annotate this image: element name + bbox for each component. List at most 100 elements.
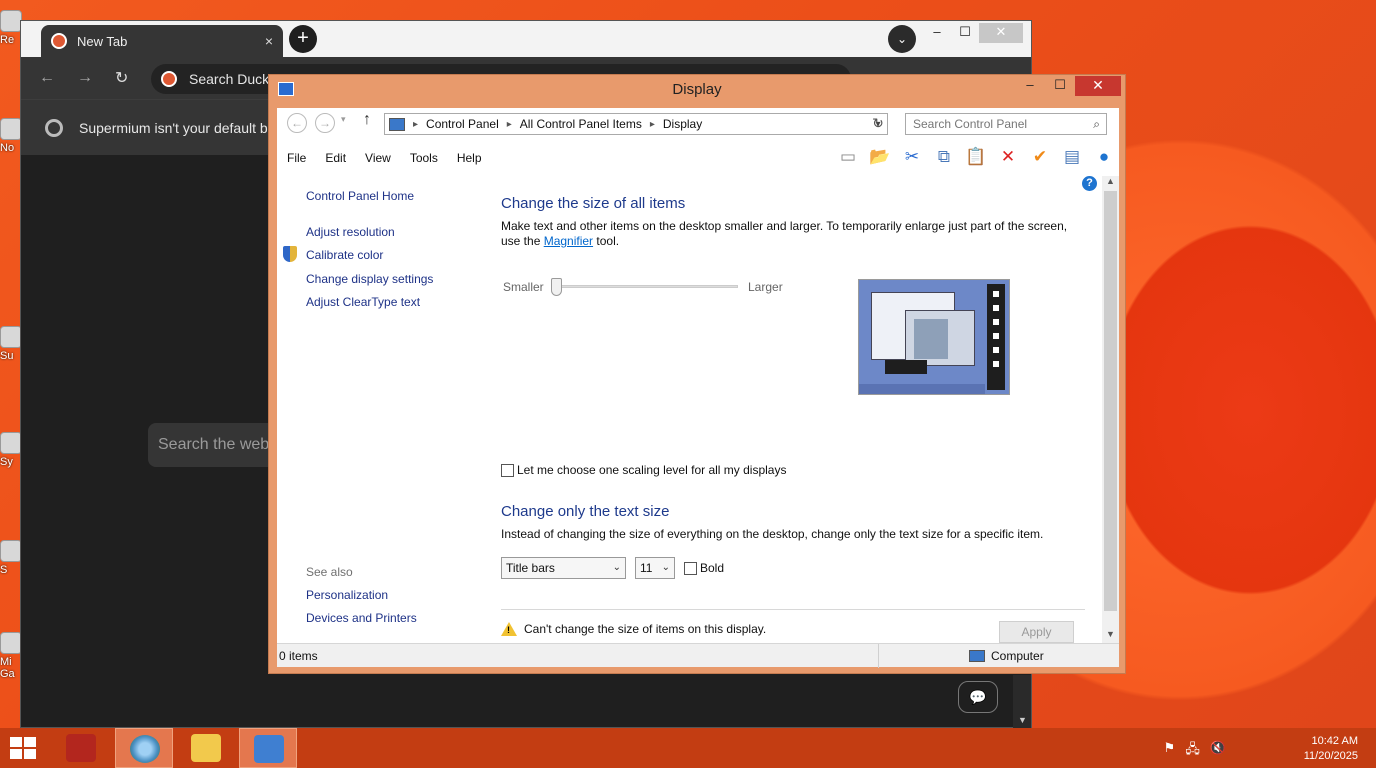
sidebar-item-adjust-resolution[interactable]: Adjust resolution [306,225,395,239]
menu-edit[interactable]: Edit [315,151,355,165]
folder-options-icon[interactable]: 📂 [869,146,891,168]
scroll-up-icon[interactable]: ▲ [1102,176,1119,190]
font-size-select[interactable]: 11 ⌄ [635,557,675,579]
description-text: tool. [593,234,620,248]
desktop: Re No Su Sy S Mi Ga New Tab × + ⌄ – ☐ ✕ … [0,0,1376,728]
size-slider-thumb[interactable] [551,278,562,296]
sidebar-control-panel-home[interactable]: Control Panel Home [306,189,414,203]
magnifier-link[interactable]: Magnifier [544,234,593,248]
paste-icon[interactable]: 📋 [965,146,987,168]
tab-search-button[interactable]: ⌄ [888,25,916,53]
start-button[interactable] [10,737,38,761]
menu-tools[interactable]: Tools [400,151,447,165]
slider-label-larger: Larger [748,280,783,294]
address-box[interactable]: ▸ Control Panel ▸ All Control Panel Item… [384,113,888,135]
display-preview-image [858,279,1010,395]
search-placeholder: Search Control Panel [913,117,1028,131]
copy-icon[interactable]: ⧉ [933,146,955,168]
font-size-value: 11 [640,561,653,575]
close-button[interactable]: ✕ [1075,76,1121,96]
tab-title: New Tab [77,33,128,49]
maximize-button[interactable]: ☐ [1045,76,1075,96]
tab-close-icon[interactable]: × [265,33,273,49]
layout-pane-icon[interactable]: ▭ [837,146,859,168]
item-select[interactable]: Title bars ⌄ [501,557,626,579]
back-icon[interactable]: ← [287,113,307,133]
app-icon [0,432,22,454]
delete-icon[interactable]: ✕ [997,146,1019,168]
bold-checkbox[interactable] [684,562,697,575]
sidebar-item-devices-and-printers[interactable]: Devices and Printers [306,611,417,625]
browser-titlebar: New Tab × + ⌄ – ☐ ✕ [21,21,1031,57]
breadcrumb-separator-icon[interactable]: ▸ [413,119,418,130]
reload-icon[interactable]: ↻ [115,68,128,88]
checkmark-icon[interactable]: ✔ [1029,146,1051,168]
duckduckgo-icon [51,33,67,49]
search-icon[interactable]: ⌕ [1093,114,1100,134]
scroll-down-icon[interactable]: ▼ [1102,629,1119,643]
size-slider-track[interactable] [558,285,738,288]
cut-icon[interactable]: ✂ [901,146,923,168]
breadcrumb-all-items[interactable]: All Control Panel Items [520,117,642,131]
chevron-down-icon: ⌄ [661,562,670,573]
desktop-icon-label: Mi Ga [0,656,15,680]
divider [501,609,1085,610]
status-location-text: Computer [991,649,1044,663]
control-panel-window: Display – ☐ ✕ ← → ▾ ↑ ▸ Control Panel ▸ … [268,74,1126,674]
menu-help[interactable]: Help [447,151,491,165]
chromium-icon [45,118,63,137]
sidebar-item-personalization[interactable]: Personalization [306,588,388,602]
recent-pages-chevron-icon[interactable]: ▾ [341,114,346,125]
menu-view[interactable]: View [355,151,400,165]
vertical-scrollbar[interactable]: ▲ ▼ [1102,176,1119,643]
browser-minimize-button[interactable]: – [923,23,951,43]
taskbar-app-file-explorer[interactable] [177,728,235,768]
clock[interactable]: 10:42 AM 11/20/2025 [1278,734,1358,764]
properties-icon[interactable]: ▤ [1061,146,1083,168]
action-center-flag-icon[interactable]: ⚑ [1164,740,1176,762]
browser-maximize-button[interactable]: ☐ [951,23,979,43]
scrollbar-thumb[interactable] [1104,191,1117,611]
breadcrumb-display[interactable]: Display [663,117,702,131]
search-input[interactable]: Search Control Panel ⌕ [905,113,1107,135]
taskbar-app-package[interactable] [52,728,110,768]
package-icon [66,734,96,762]
windows-logo-icon [10,737,22,747]
chat-icon[interactable]: 💬 [958,681,998,713]
minimize-button[interactable]: – [1015,76,1045,96]
help-icon[interactable]: ? [1082,176,1097,191]
scaling-level-checkbox[interactable] [501,464,514,477]
back-icon[interactable]: ← [39,69,55,87]
new-tab-button[interactable]: + [289,25,317,53]
breadcrumb-separator-icon[interactable]: ▸ [507,119,512,130]
forward-icon[interactable]: → [315,113,335,133]
up-icon[interactable]: ↑ [363,111,371,129]
sidebar-item-adjust-cleartype[interactable]: Adjust ClearType text [306,295,420,309]
network-icon[interactable]: 🖧 [1185,740,1200,762]
section-description-all-items: Make text and other items on the desktop… [501,219,1081,249]
browser-tab[interactable]: New Tab × [41,25,283,57]
browser-icon [0,326,22,348]
taskbar-app-browser[interactable] [115,728,173,768]
refresh-icon[interactable]: ↻ [867,113,889,135]
volume-muted-icon[interactable]: 🔇 [1210,740,1226,762]
browser-close-button[interactable]: ✕ [979,23,1023,43]
forward-icon[interactable]: → [77,69,93,87]
globe-icon[interactable]: ● [1093,146,1115,168]
page-search-placeholder: Search the web [158,436,270,453]
browser-scrollbar[interactable]: ▼ [1013,675,1031,728]
warning-icon: ! [501,622,517,636]
scroll-down-icon[interactable]: ▼ [1018,715,1027,725]
breadcrumb-control-panel[interactable]: Control Panel [426,117,499,131]
control-panel-icon [254,735,284,763]
sidebar-item-calibrate-color[interactable]: Calibrate color [306,248,383,262]
recycle-bin-icon [0,10,22,32]
window-title: Display [672,81,722,98]
sidebar-item-change-display-settings[interactable]: Change display settings [306,272,433,286]
window-controls: – ☐ ✕ [1015,76,1121,96]
apply-button[interactable]: Apply [999,621,1074,643]
taskbar-app-control-panel[interactable] [239,728,297,768]
menu-file[interactable]: File [277,151,315,165]
slider-label-smaller: Smaller [503,280,544,294]
breadcrumb-separator-icon[interactable]: ▸ [650,119,655,130]
